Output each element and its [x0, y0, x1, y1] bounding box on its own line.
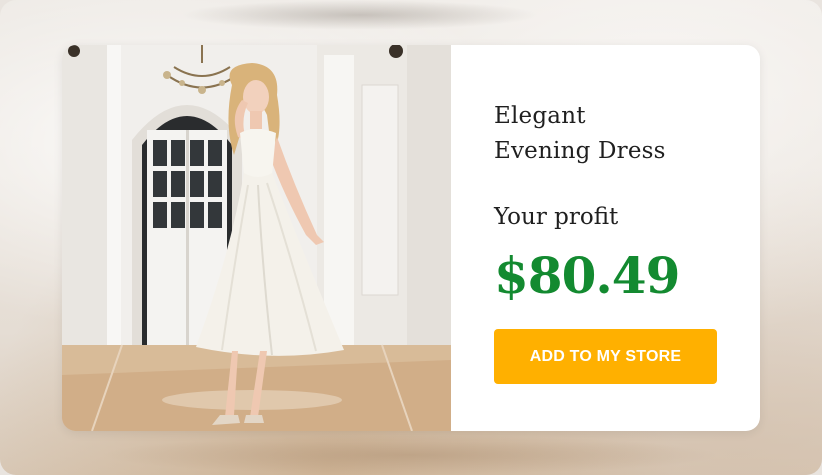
add-to-store-button[interactable]: ADD TO MY STORE — [494, 329, 717, 384]
product-info-panel: Elegant Evening Dress Your profit $80.49… — [451, 45, 760, 431]
product-title-line-1: Elegant — [494, 103, 586, 129]
product-photo-illustration — [62, 45, 451, 431]
product-title-line-2: Evening Dress — [494, 138, 666, 164]
background-haze — [180, 0, 540, 30]
profit-price: $80.49 — [494, 246, 680, 305]
product-title: Elegant Evening Dress — [494, 99, 760, 169]
product-card: Elegant Evening Dress Your profit $80.49… — [62, 45, 760, 431]
profit-label: Your profit — [494, 204, 619, 230]
background-haze — [100, 435, 720, 475]
product-image[interactable] — [62, 45, 451, 431]
